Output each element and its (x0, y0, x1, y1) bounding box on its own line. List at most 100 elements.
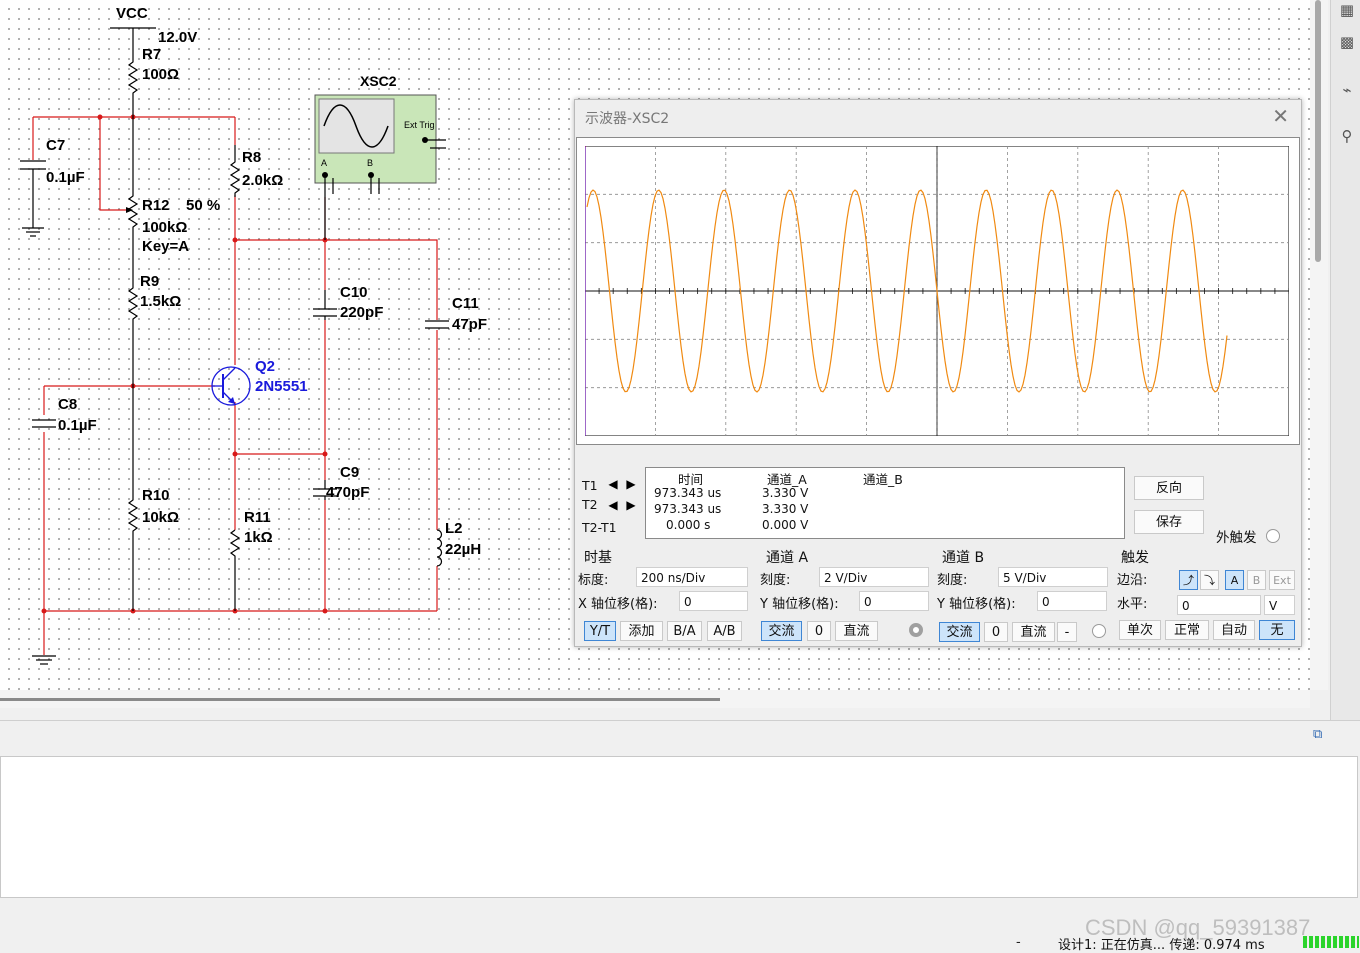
channel-b-ac-button[interactable]: 交流 (939, 622, 980, 642)
resistor-r11[interactable]: R11 1kΩ (229, 509, 273, 611)
tab-bar: ⧉ (0, 720, 1360, 751)
t2-time: 973.343 us (654, 502, 722, 516)
t1-left-arrow-icon[interactable]: ◀ (605, 477, 621, 492)
ground-symbol (32, 655, 56, 665)
channel-b-minus-button[interactable]: - (1057, 622, 1077, 642)
save-button[interactable]: 保存 (1134, 510, 1204, 534)
t2-right-arrow-icon[interactable]: ▶ (623, 498, 639, 513)
t2-left-arrow-icon[interactable]: ◀ (605, 498, 621, 513)
r9-ref: R9 (140, 273, 159, 290)
falling-edge-icon[interactable]: ⤵ (1200, 570, 1219, 590)
r7-value: 100Ω (142, 66, 179, 83)
reverse-button[interactable]: 反向 (1134, 476, 1204, 500)
inductor-l2[interactable]: L2 22µH (436, 520, 481, 567)
capacitor-c11[interactable]: C11 47pF (425, 295, 487, 333)
readout-col-b: 通道_B (863, 472, 903, 487)
trigger-source-a-button[interactable]: A (1225, 570, 1244, 590)
capacitor-c8[interactable]: C8 0.1µF (32, 396, 97, 434)
horizontal-scroll-thumb[interactable] (0, 698, 720, 701)
timebase-scale-input[interactable]: 200 ns/Div (636, 567, 748, 587)
r9-value: 1.5kΩ (140, 293, 181, 310)
capacitor-c7[interactable]: C7 0.1µF (20, 137, 85, 237)
resistor-r7[interactable]: R7 100Ω (127, 46, 179, 117)
resistor-r10[interactable]: R10 10kΩ (127, 386, 179, 611)
scope-graticule[interactable] (585, 146, 1289, 436)
channel-b-radio[interactable] (1092, 624, 1106, 638)
scope-display[interactable] (576, 137, 1300, 445)
t2t1-channel-a: 0.000 V (762, 518, 809, 532)
c10-value: 220pF (340, 304, 383, 321)
add-mode-button[interactable]: 添加 (620, 621, 663, 641)
c8-value: 0.1µF (58, 417, 97, 434)
vcc-label: VCC (116, 5, 148, 22)
t2t1-time: 0.000 s (666, 518, 711, 532)
trigger-single-button[interactable]: 单次 (1119, 620, 1161, 640)
ab-mode-button[interactable]: A/B (707, 621, 742, 641)
c9-value: 470pF (326, 484, 369, 501)
transistor-q2[interactable]: Q2 2N5551 (211, 358, 308, 406)
r10-ref: R10 (142, 487, 170, 504)
r12-percent: 50 % (186, 197, 220, 214)
horizontal-scrollbar[interactable] (0, 690, 1310, 708)
timebase-title: 时基 (584, 550, 612, 566)
t1-time: 973.343 us (654, 486, 722, 500)
channel-a-ypos-label: Y 轴位移(格): (760, 597, 839, 612)
c8-ref: C8 (58, 396, 77, 413)
potentiometer-r12[interactable]: R12 50 % 100kΩ Key=A (126, 117, 220, 280)
measurement-readout: 时间 通道_A 通道_B 973.343 us 3.330 V 973.343 … (645, 467, 1125, 539)
capacitor-c9[interactable]: C9 470pF (313, 464, 369, 501)
restore-window-icon[interactable]: ⧉ (1313, 727, 1322, 742)
resistor-r9[interactable]: R9 1.5kΩ (127, 273, 181, 386)
c11-value: 47pF (452, 316, 487, 333)
rising-edge-icon[interactable]: ⤴ (1179, 570, 1198, 590)
channel-b-ypos-label: Y 轴位移(格): (937, 597, 1016, 612)
oscilloscope-xsc2-symbol[interactable]: XSC2 Ext Trig A B (314, 73, 446, 240)
c11-ref: C11 (452, 295, 479, 312)
channel-a-scale-input[interactable]: 2 V/Div (819, 567, 929, 587)
channel-a-scale-label: 刻度: (760, 573, 791, 588)
channel-a-ypos-input[interactable]: 0 (859, 591, 929, 611)
vertical-scrollbar[interactable] (1310, 0, 1328, 690)
t2-channel-a: 3.330 V (762, 502, 809, 516)
ext-trigger-radio[interactable] (1266, 529, 1280, 543)
channel-a-ac-button[interactable]: 交流 (761, 621, 802, 641)
channel-b-scale-label: 刻度: (937, 573, 968, 588)
trigger-level-input[interactable]: 0 (1177, 595, 1261, 615)
channel-b-scale-input[interactable]: 5 V/Div (998, 567, 1108, 587)
channel-a-zero-button[interactable]: 0 (807, 621, 831, 641)
status-dash: - (1016, 935, 1021, 950)
resistor-r8[interactable]: R8 2.0kΩ (229, 145, 283, 197)
trigger-level-label: 水平: (1117, 597, 1148, 612)
trigger-auto-button[interactable]: 自动 (1213, 620, 1255, 640)
timebase-xpos-label: X 轴位移(格): (578, 597, 658, 612)
t1-right-arrow-icon[interactable]: ▶ (623, 477, 639, 492)
capacitor-c10[interactable]: C10 220pF (313, 284, 383, 321)
ba-mode-button[interactable]: B/A (667, 621, 702, 641)
instrument-tool-icon-1[interactable]: ▦ (1337, 0, 1357, 20)
vertical-scroll-thumb[interactable] (1315, 0, 1321, 262)
yt-mode-button[interactable]: Y/T (584, 621, 616, 641)
t1-channel-a: 3.330 V (762, 486, 809, 500)
channel-b-dc-button[interactable]: 直流 (1012, 622, 1055, 642)
trigger-none-button[interactable]: 无 (1259, 620, 1295, 640)
timebase-xpos-input[interactable]: 0 (679, 591, 748, 611)
trigger-source-b-button[interactable]: B (1247, 570, 1266, 590)
channel-b-zero-button[interactable]: 0 (984, 622, 1008, 642)
r11-value: 1kΩ (244, 529, 273, 546)
channel-b-ypos-input[interactable]: 0 (1037, 591, 1107, 611)
instrument-tool-icon-4[interactable]: ⚲ (1337, 126, 1357, 146)
trigger-level-unit[interactable]: V (1264, 595, 1295, 615)
instrument-tool-icon-3[interactable]: ⌁ (1337, 80, 1357, 100)
close-icon[interactable]: ✕ (1272, 104, 1289, 128)
trigger-normal-button[interactable]: 正常 (1165, 620, 1209, 640)
instrument-toolbar: ▦ ▩ ⌁ ⚲ (1330, 0, 1360, 720)
instrument-tool-icon-2[interactable]: ▩ (1337, 32, 1357, 52)
t1-label: T1 (582, 478, 598, 493)
oscilloscope-window[interactable]: 示波器-XSC2 ✕ T1 ◀ ▶ T2 ◀ ▶ T2-T1 时间 通道_A 通… (574, 99, 1302, 647)
trigger-edge-label: 边沿: (1117, 573, 1148, 588)
channel-a-radio[interactable] (909, 623, 923, 637)
channel-a-dc-button[interactable]: 直流 (835, 621, 878, 641)
xsc2-label: XSC2 (360, 73, 397, 89)
trigger-title: 触发 (1121, 550, 1149, 566)
trigger-source-ext-button[interactable]: Ext (1269, 570, 1295, 590)
